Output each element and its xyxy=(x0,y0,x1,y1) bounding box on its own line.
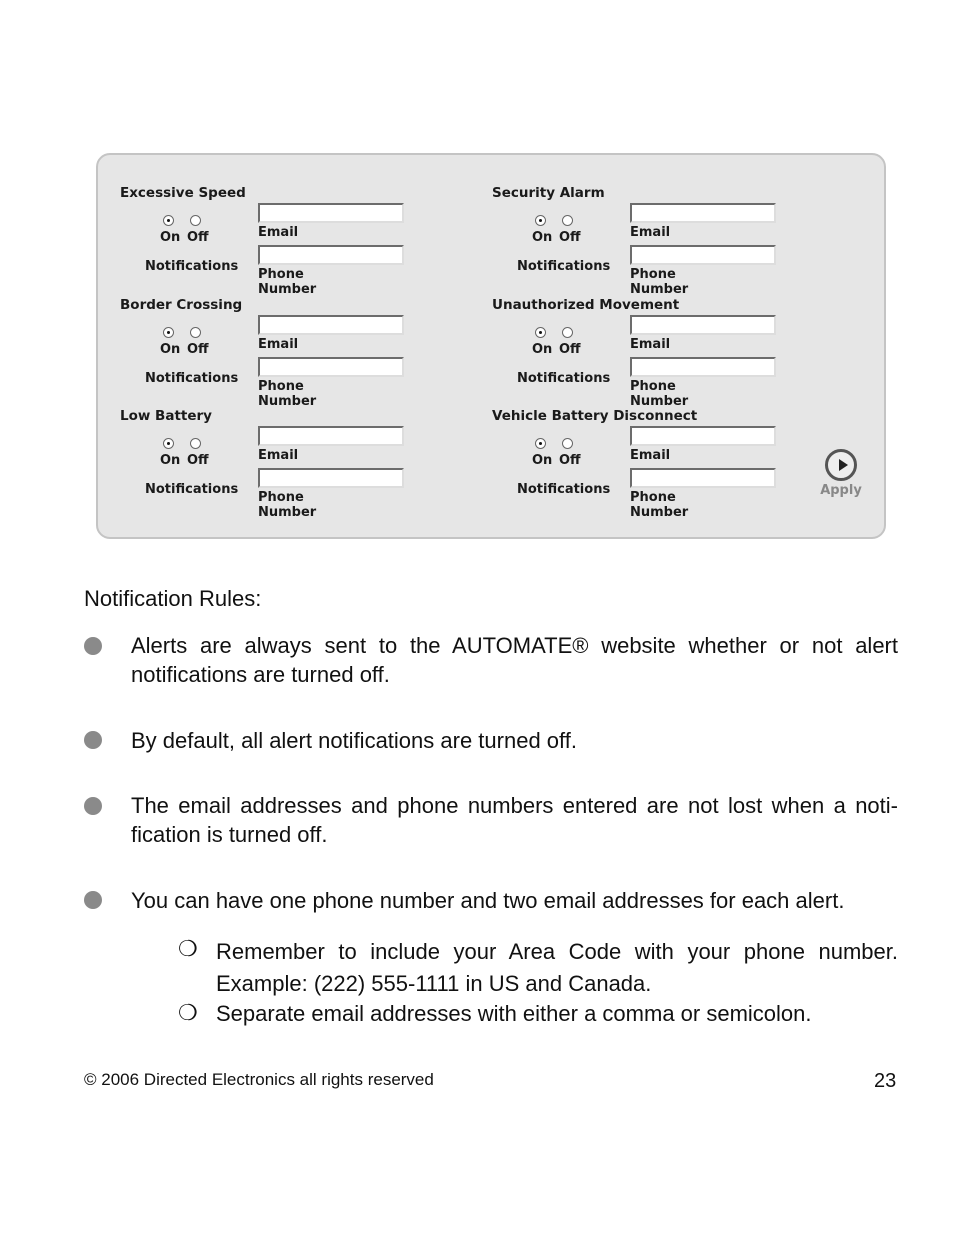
bullet-icon xyxy=(84,637,102,655)
notifications-label: Notifications xyxy=(517,371,611,386)
off-label: Off xyxy=(187,230,209,245)
phone-number-field[interactable] xyxy=(630,357,776,377)
rule-item: You can have one phone number and two em… xyxy=(131,888,845,913)
off-label: Off xyxy=(187,342,209,357)
email-label: Email xyxy=(258,225,299,240)
on-radio[interactable] xyxy=(535,215,546,226)
phone-number-label: Phone Number xyxy=(258,267,317,297)
email-label: Email xyxy=(258,448,299,463)
phone-number-label: Phone Number xyxy=(630,490,689,520)
on-label: On xyxy=(532,342,553,357)
phone-number-label: Phone Number xyxy=(258,379,317,409)
phone-number-field[interactable] xyxy=(630,468,776,488)
page-number: 23 xyxy=(874,1070,897,1092)
copyright: © 2006 Directed Electronics all rights r… xyxy=(84,1070,434,1089)
on-label: On xyxy=(160,453,181,468)
alert-title: Vehicle Battery Disconnect xyxy=(492,408,698,424)
rules-heading: Notification Rules: xyxy=(84,586,262,611)
notifications-label: Notifications xyxy=(145,482,239,497)
email-label: Email xyxy=(630,448,671,463)
off-radio[interactable] xyxy=(562,215,573,226)
rule-item: By default, all alert notifications are … xyxy=(131,728,577,753)
notification-settings-panel: Apply Excessive Speed On Off Notificatio… xyxy=(96,153,886,539)
apply-label: Apply xyxy=(820,483,862,498)
off-radio[interactable] xyxy=(190,327,201,338)
phone-number-field[interactable] xyxy=(630,245,776,265)
email-field[interactable] xyxy=(630,315,776,335)
circle-bullet-icon: ❍ xyxy=(178,1000,198,1025)
phone-number-field[interactable] xyxy=(258,245,404,265)
email-label: Email xyxy=(630,225,671,240)
alert-title: Security Alarm xyxy=(492,185,605,201)
bullet-icon xyxy=(84,797,102,815)
off-label: Off xyxy=(187,453,209,468)
notifications-label: Notifications xyxy=(517,259,611,274)
off-label: Off xyxy=(559,453,581,468)
on-radio[interactable] xyxy=(163,438,174,449)
circle-bullet-icon: ❍ xyxy=(178,936,198,961)
on-label: On xyxy=(532,453,553,468)
email-label: Email xyxy=(258,337,299,352)
notifications-label: Notifications xyxy=(145,259,239,274)
off-radio[interactable] xyxy=(562,327,573,338)
bullet-icon xyxy=(84,891,102,909)
off-label: Off xyxy=(559,342,581,357)
on-radio[interactable] xyxy=(163,215,174,226)
on-label: On xyxy=(532,230,553,245)
on-radio[interactable] xyxy=(163,327,174,338)
email-field[interactable] xyxy=(258,315,404,335)
rule-item: Alerts are always sent to the AUTOMATE® … xyxy=(131,633,898,687)
on-radio[interactable] xyxy=(535,327,546,338)
email-field[interactable] xyxy=(258,426,404,446)
off-radio[interactable] xyxy=(190,215,201,226)
phone-number-label: Phone Number xyxy=(258,490,317,520)
email-field[interactable] xyxy=(258,203,404,223)
phone-number-label: Phone Number xyxy=(630,379,689,409)
rule-item: The email addresses and phone numbers en… xyxy=(131,793,898,847)
alert-title: Low Battery xyxy=(120,408,212,424)
on-label: On xyxy=(160,230,181,245)
play-arrow-icon xyxy=(825,449,857,481)
email-field[interactable] xyxy=(630,203,776,223)
bullet-icon xyxy=(84,731,102,749)
on-radio[interactable] xyxy=(535,438,546,449)
email-label: Email xyxy=(630,337,671,352)
email-field[interactable] xyxy=(630,426,776,446)
off-radio[interactable] xyxy=(562,438,573,449)
phone-number-field[interactable] xyxy=(258,357,404,377)
rule-subitem: Remember to include your Area Code with … xyxy=(216,939,898,996)
off-radio[interactable] xyxy=(190,438,201,449)
notifications-label: Notifications xyxy=(145,371,239,386)
notifications-label: Notifications xyxy=(517,482,611,497)
phone-number-label: Phone Number xyxy=(630,267,689,297)
alert-title: Excessive Speed xyxy=(120,185,246,201)
off-label: Off xyxy=(559,230,581,245)
apply-button[interactable]: Apply xyxy=(818,449,864,498)
alert-title: Border Crossing xyxy=(120,297,243,313)
rule-subitem: Separate email addresses with either a c… xyxy=(216,1001,812,1026)
phone-number-field[interactable] xyxy=(258,468,404,488)
alert-title: Unauthorized Movement xyxy=(492,297,680,313)
on-label: On xyxy=(160,342,181,357)
